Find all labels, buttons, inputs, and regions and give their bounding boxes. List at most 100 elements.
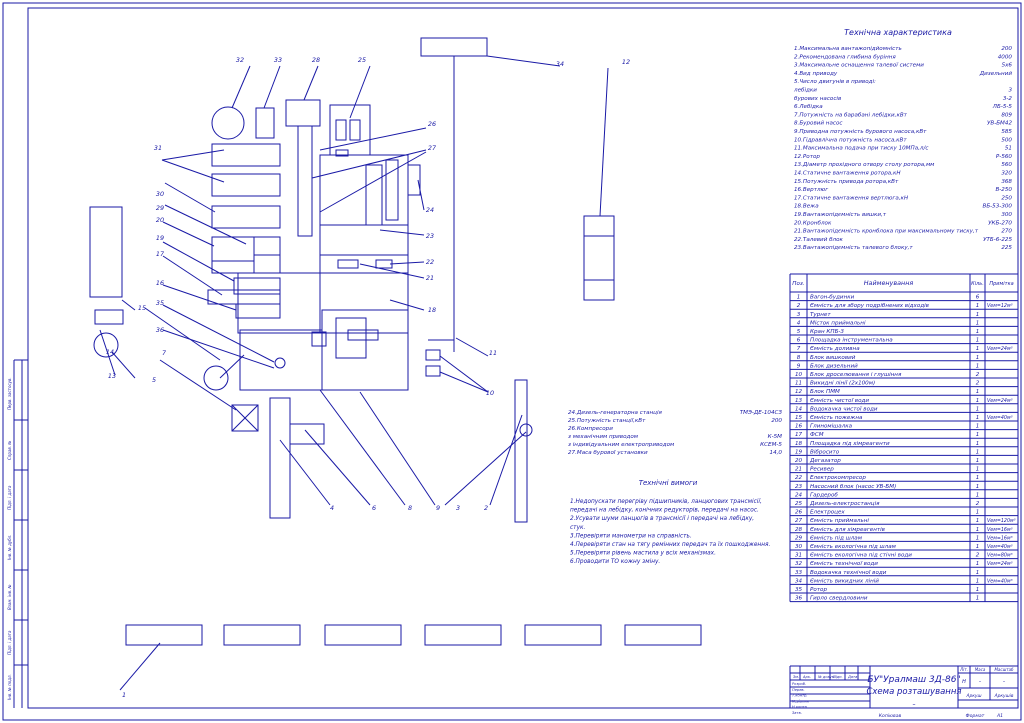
callout-22: 22 xyxy=(426,258,434,266)
part-22 xyxy=(337,259,359,269)
wagon-1d xyxy=(424,624,502,646)
row-name: Ресивер xyxy=(810,467,834,473)
stamp-sheets: Аркушів xyxy=(994,693,1014,699)
row-qty: 1 xyxy=(976,544,980,550)
row-qty: 1 xyxy=(976,458,980,464)
diesel-a xyxy=(335,317,367,359)
stamp-dash: – xyxy=(913,701,916,708)
req-line: 1.Недопускати перегріву підшипників, лан… xyxy=(570,499,762,505)
req-line: 4.Перевіряти стан на тягу ремінних перед… xyxy=(570,542,770,548)
specification-table: Поз. Найменування Кіль. Примітка 1 Вагон-буди… xyxy=(789,273,1019,603)
callout-24: 24 xyxy=(426,206,434,214)
callout-27: 27 xyxy=(428,144,436,152)
row-qty: 1 xyxy=(976,363,980,369)
row-qty: 1 xyxy=(976,535,980,541)
pump-14 xyxy=(94,309,124,325)
row-pos: 36 xyxy=(795,596,803,602)
callout-26: 26 xyxy=(428,120,436,128)
side-label: Інв. № подл. xyxy=(7,674,12,700)
tech-value: 560 xyxy=(1001,162,1012,168)
tech-value: Дизельний xyxy=(979,71,1013,77)
row-pos: 34 xyxy=(795,578,803,584)
tech-value: 3 xyxy=(1008,88,1012,94)
row-qty: 1 xyxy=(976,312,980,318)
row-name: Блок дизельний xyxy=(810,363,858,369)
wagon-1f xyxy=(624,624,702,646)
row-note: Vем=120м³ xyxy=(987,518,1016,524)
row-note: Vем=24м³ xyxy=(987,398,1013,404)
row-name: Ємність екологічна під шлам xyxy=(810,544,897,550)
fire-tank-15 xyxy=(89,206,123,298)
side-label: Підп. і дата xyxy=(7,630,12,655)
leader-lines xyxy=(99,55,609,691)
stamp-role: Перев. xyxy=(792,688,805,692)
tech-value: Р-560 xyxy=(996,154,1013,160)
box-28 xyxy=(285,99,321,127)
row-pos: 19 xyxy=(795,449,803,455)
side-label: Інв. № дубл. xyxy=(7,534,12,560)
catwalk-4 xyxy=(269,397,291,519)
technical-requirements: Технічні вимоги 1.Недопускати перегріву п… xyxy=(570,479,770,565)
tech-value: 3-2 xyxy=(1003,96,1013,102)
callout-20: 20 xyxy=(156,216,164,224)
gear-box xyxy=(311,331,327,347)
rotor-35 xyxy=(274,357,286,369)
tech-value: ЛБ-5-5 xyxy=(992,104,1013,110)
tech-key: 2.Рекомендована глибина буріння xyxy=(794,54,896,60)
tech2-key: з механічним приводом xyxy=(568,434,639,440)
tech-key: 6.Лебідка xyxy=(794,104,823,110)
row-name: Ємність пожежна xyxy=(810,415,863,421)
row-pos: 4 xyxy=(797,320,801,326)
row-qty: 1 xyxy=(976,441,980,447)
tank-34 xyxy=(420,37,488,57)
callout-6: 6 xyxy=(372,504,376,512)
row-qty: 1 xyxy=(976,424,980,430)
stamp-scale: Масштаб xyxy=(994,667,1014,672)
row-qty: 1 xyxy=(976,510,980,516)
callout-13: 13 xyxy=(108,372,116,380)
callout-19: 19 xyxy=(156,234,164,242)
row-pos: 32 xyxy=(795,561,803,567)
row-qty: 1 xyxy=(976,484,980,490)
row-name: Ємність для збору подрібнених відходів xyxy=(810,303,929,309)
callout-numbers: 12345678 91011121314151617181920212223242… xyxy=(106,56,630,699)
tech-key: 15.Потужність привода ротора,кВт xyxy=(794,179,899,185)
row-name: Водокачка чистої води xyxy=(810,406,878,412)
row-pos: 5 xyxy=(797,329,801,335)
pump-33 xyxy=(255,107,275,139)
row-name: Дизель-електростанція xyxy=(809,501,880,507)
row-qty: 1 xyxy=(976,449,980,455)
side-strip xyxy=(13,359,28,708)
tech-characteristics-extra: 24.Дизель-генераторна станція ТМЭ-ДЕ-104С… xyxy=(568,410,782,456)
tech-value: УТБ-6-225 xyxy=(983,237,1012,243)
row-name: Турнет xyxy=(810,312,831,318)
row-qty: 1 xyxy=(976,587,980,593)
row-pos: 16 xyxy=(795,424,803,430)
row-pos: 13 xyxy=(795,398,803,404)
callout-17: 17 xyxy=(156,250,164,258)
row-qty: 1 xyxy=(976,432,980,438)
row-pos: 11 xyxy=(795,381,802,387)
tech2-key: 27.Маса бурової установки xyxy=(568,450,648,456)
row-pos: 27 xyxy=(795,518,803,524)
row-qty: 1 xyxy=(976,398,980,404)
callout-36: 36 xyxy=(156,326,164,334)
wagon-2 xyxy=(514,379,528,523)
row-name: Блок ПММ xyxy=(810,389,840,395)
tech-key: 5.Число двигунів в приводі: xyxy=(794,79,876,85)
stamp-title2: Схема розташування xyxy=(866,687,961,697)
tank-7 xyxy=(203,365,229,391)
platform-6 xyxy=(289,423,325,445)
callout-28: 28 xyxy=(312,56,320,64)
block-18 xyxy=(319,272,409,334)
diesel-b xyxy=(347,329,379,341)
gen-25a xyxy=(335,119,347,141)
tech-key: 3.Максимальне оснащення талевої системи xyxy=(794,63,924,69)
row-name: Кран КПБ-3 xyxy=(810,329,844,335)
row-qty: 2 xyxy=(976,372,980,378)
callout-23: 23 xyxy=(426,232,434,240)
tank-29 xyxy=(211,236,255,262)
tech-key: 4.Вид приводу xyxy=(794,71,838,77)
row-qty: 1 xyxy=(976,338,980,344)
row-pos: 28 xyxy=(795,527,803,533)
